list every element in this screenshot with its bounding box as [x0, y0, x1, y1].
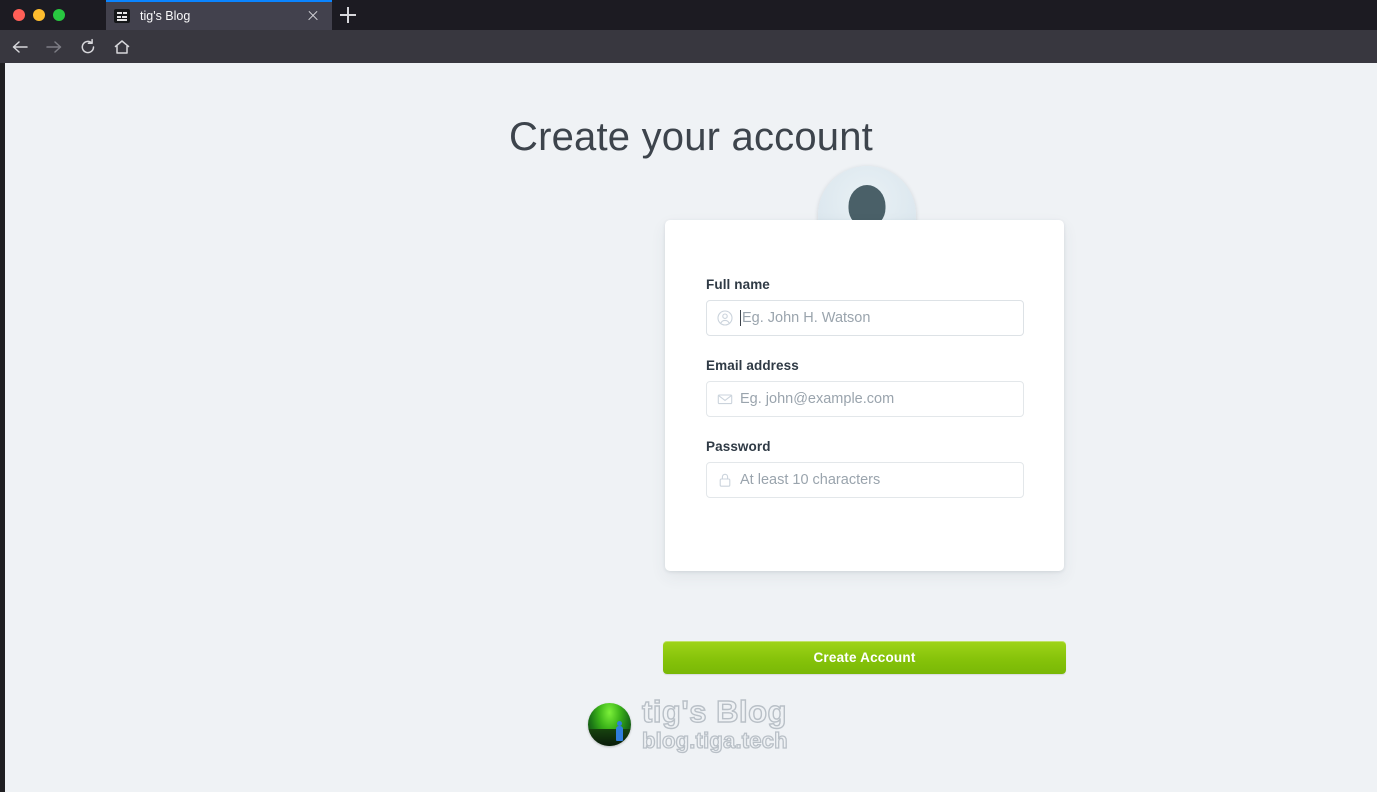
field-label: Email address — [706, 358, 799, 373]
brand-url: blog.tiga.tech — [641, 728, 788, 753]
browser-tab[interactable]: tig's Blog — [106, 0, 332, 30]
zoom-window-button[interactable] — [53, 9, 65, 21]
field-label: Password — [706, 439, 771, 454]
minimize-window-button[interactable] — [33, 9, 45, 21]
create-account-button[interactable]: Create Account — [663, 641, 1066, 674]
new-tab-button[interactable] — [338, 5, 358, 25]
page-title: Create your account — [509, 114, 873, 159]
forward-arrow-icon[interactable] — [40, 36, 68, 58]
close-window-button[interactable] — [13, 9, 25, 21]
logo-figure — [616, 720, 623, 741]
text-cursor — [740, 310, 741, 326]
close-tab-icon[interactable] — [304, 7, 322, 25]
envelope-icon — [717, 391, 733, 407]
navigation-toolbar: https://blog.tiga.tech/ghost/#/signup/MT… — [0, 30, 1377, 88]
ghost-admin-favicon-icon — [114, 9, 130, 23]
tab-bar: tig's Blog — [0, 0, 1377, 30]
padlock-icon — [717, 472, 733, 488]
field-email-address: Email address Eg. john@example.com — [706, 358, 1024, 417]
page-viewport: Create your account Full name Eg. John H… — [5, 63, 1377, 792]
signup-form-card: Full name Eg. John H. Watson Email addre… — [665, 220, 1064, 571]
tigs-blog-logo-icon — [588, 702, 631, 746]
browser-window: tig's Blog Create your account Full name… — [0, 0, 1377, 792]
field-label: Full name — [706, 277, 770, 292]
brand-text: tig's Blog blog.tiga.tech — [641, 694, 788, 753]
email-input[interactable]: Eg. john@example.com — [706, 381, 1024, 417]
form-fields: Full name Eg. John H. Watson Email addre… — [706, 277, 1024, 498]
brand-name: tig's Blog — [641, 694, 787, 729]
back-arrow-icon[interactable] — [6, 36, 34, 58]
field-password: Password At least 10 characters — [706, 439, 1024, 498]
input-placeholder: Eg. John H. Watson — [742, 310, 871, 326]
site-branding: tig's Blog blog.tiga.tech — [588, 693, 808, 755]
input-placeholder: Eg. john@example.com — [740, 391, 895, 407]
reload-icon[interactable] — [74, 36, 102, 58]
tab-title: tig's Blog — [140, 9, 191, 23]
home-icon[interactable] — [108, 36, 136, 58]
logo-ground — [588, 729, 631, 746]
field-full-name: Full name Eg. John H. Watson — [706, 277, 1024, 336]
full-name-input[interactable]: Eg. John H. Watson — [706, 300, 1024, 336]
person-circle-icon — [717, 310, 733, 326]
input-placeholder: At least 10 characters — [740, 472, 881, 488]
password-input[interactable]: At least 10 characters — [706, 462, 1024, 498]
window-controls — [13, 9, 65, 21]
